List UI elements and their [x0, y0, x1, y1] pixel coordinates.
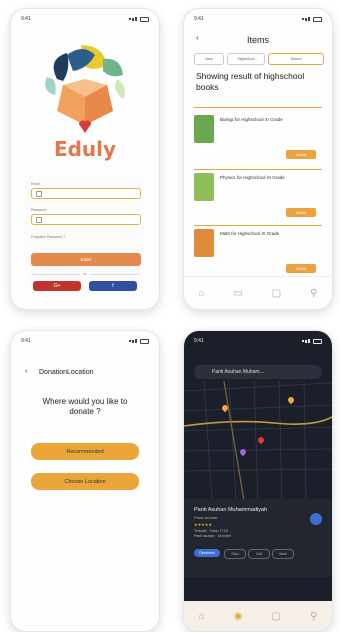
donation-screen: 9:41 ‹ DonationLocation Where would you … — [10, 330, 160, 632]
signal-icon — [129, 338, 149, 344]
book-item[interactable]: Physics for Highschool XI Grade Details — [194, 169, 322, 225]
place-name: Panti Asuhan Muhammadiyah — [194, 507, 268, 513]
place-info: Terbuka · Tutup 17.00 Panti asuhan · 15 … — [194, 529, 231, 538]
lock-icon — [36, 216, 42, 223]
password-label: Password — [31, 208, 47, 212]
or-text: or — [83, 272, 87, 276]
recommended-button[interactable]: Recommended — [31, 443, 139, 460]
google-login-button[interactable]: G+ — [33, 281, 81, 291]
back-button[interactable]: ‹ — [25, 368, 27, 375]
chip-new[interactable]: New — [194, 53, 224, 65]
navigate-button[interactable] — [310, 513, 322, 525]
book-cover — [194, 229, 214, 257]
battery-icon — [313, 16, 322, 22]
or-divider: or — [31, 271, 139, 277]
login-form: Email Password Forgotten Password ? Ente… — [25, 175, 145, 291]
password-field[interactable] — [31, 214, 141, 225]
start-button[interactable]: Start — [224, 549, 246, 559]
place-type: Panti asuhan — [194, 515, 218, 520]
page-title: DonationLocation — [39, 369, 94, 376]
profile-icon[interactable]: ⚲ — [310, 611, 317, 622]
brand-name: Eduly — [53, 137, 117, 161]
map-screen: 9:41 Panti Asuhan Muham… Panti Asuhan Mu… — [183, 330, 333, 632]
email-label: Email — [31, 182, 40, 186]
book-title: Math for Highschool XI Grade — [220, 231, 280, 236]
map-search-input[interactable]: Panti Asuhan Muham… — [194, 365, 322, 379]
mail-icon — [36, 190, 42, 197]
call-button[interactable]: Call — [248, 549, 270, 559]
email-field[interactable] — [31, 188, 141, 199]
book-title: Physics for Highschool XI Grade — [220, 175, 285, 180]
location-icon[interactable]: ◉ — [234, 611, 243, 622]
signal-icon — [302, 16, 322, 22]
search-input[interactable]: Search — [268, 53, 324, 65]
chip-highschool[interactable]: Highschool — [227, 53, 265, 65]
detail-button[interactable]: Details — [286, 208, 316, 217]
status-bar: 9:41 — [194, 15, 322, 23]
battery-icon — [140, 338, 149, 344]
book-cover — [194, 173, 214, 201]
bookmark-icon[interactable]: ▢ — [272, 288, 281, 299]
book-cover — [194, 115, 214, 143]
status-bar: 9:41 — [21, 15, 149, 23]
detail-button[interactable]: Details — [286, 150, 316, 159]
results-heading: Showing result of highschool books — [196, 71, 305, 92]
status-bar: 9:41 — [21, 337, 149, 345]
page-title: Items — [246, 35, 269, 45]
save-button[interactable]: Save — [272, 549, 294, 559]
book-item[interactable]: Biologi for Highschool XI Grade Details — [194, 111, 322, 167]
bookmark-icon[interactable]: ▢ — [272, 611, 281, 622]
book-item[interactable]: Math for Highschool XI Grade Details — [194, 225, 322, 281]
map-streets — [184, 380, 332, 501]
home-icon[interactable]: ⌂ — [199, 611, 205, 622]
status-time: 9:41 — [194, 16, 204, 22]
forgot-password-link[interactable]: Forgotten Password ? — [31, 235, 65, 239]
status-time: 9:41 — [194, 338, 204, 344]
search-text: Panti Asuhan Muham… — [212, 369, 265, 375]
place-card[interactable]: Panti Asuhan Muhammadiyah Panti asuhan ★… — [184, 499, 332, 577]
bottom-nav: ⌂ ◉ ▢ ⚲ — [184, 601, 332, 631]
rating-stars: ★★★★★ — [194, 522, 212, 527]
signin-button[interactable]: Enter — [31, 253, 141, 266]
facebook-login-button[interactable]: f — [89, 281, 137, 291]
choose-location-button[interactable]: Choose Location — [31, 473, 139, 490]
profile-icon[interactable]: ⚲ — [310, 288, 317, 299]
items-screen: 9:41 ‹ Items New Highschool Search Showi… — [183, 8, 333, 310]
book-icon[interactable]: ▭ — [233, 288, 242, 299]
signal-icon — [129, 16, 149, 22]
status-time: 9:41 — [21, 16, 31, 22]
book-title: Biologi for Highschool XI Grade — [220, 117, 283, 122]
brand-illustration — [45, 45, 125, 133]
bottom-nav: ⌂ ▭ ▢ ⚲ — [184, 276, 332, 309]
filter-chips: New Highschool Search — [194, 53, 324, 65]
battery-icon — [140, 16, 149, 22]
battery-icon — [313, 338, 322, 344]
directions-button[interactable]: Directions — [194, 549, 220, 557]
login-screen: 9:41 Eduly Email Password Forgotten Pass… — [10, 8, 160, 310]
donation-question: Where would you like to donate ? — [42, 397, 128, 416]
home-icon[interactable]: ⌂ — [198, 288, 204, 299]
status-time: 9:41 — [21, 338, 31, 344]
status-bar: 9:41 — [194, 337, 322, 345]
divider — [194, 107, 322, 108]
signal-icon — [302, 338, 322, 344]
detail-button[interactable]: Details — [286, 264, 316, 273]
